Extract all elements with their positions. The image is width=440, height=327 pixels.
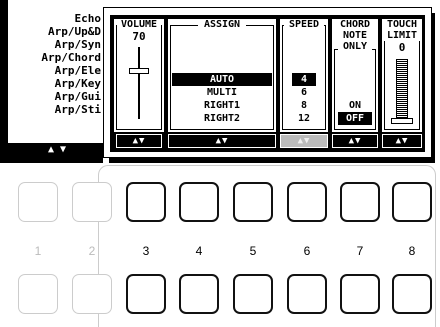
touch-limit-value: 0 [398,41,406,54]
popup-content: VOLUME 70 ASSIGN AUTO MULTI RIGHT1 RIGHT… [110,15,425,152]
list-scroll-button[interactable]: ▲ ▼ [11,144,103,156]
button-number-6: 6 [303,244,311,258]
panel-button-5-upper[interactable] [233,182,273,222]
speed-option-6[interactable]: 6 [292,86,316,99]
chord-note-only-label-line2: NOTE [332,30,378,41]
volume-updown-button[interactable]: ▲▼ [116,134,162,148]
list-item[interactable]: Arp/Ele [55,64,101,77]
assign-option-multi[interactable]: MULTI [172,86,272,99]
speed-option-4[interactable]: 4 [292,73,316,86]
button-number-8: 8 [408,244,416,258]
panel-button-4-upper[interactable] [179,182,219,222]
assign-label: ASSIGN [198,19,246,30]
volume-group: VOLUME 70 [114,19,164,132]
speed-group: SPEED 4 6 8 12 [280,19,328,132]
speed-updown-button[interactable]: ▲▼ [280,134,328,148]
panel-button-5-lower[interactable] [233,274,273,314]
panel-button-3-upper[interactable] [126,182,166,222]
panel-button-2-upper[interactable] [72,182,112,222]
panel-button-7-upper[interactable] [340,182,380,222]
list-item[interactable]: Arp/Sti [55,103,101,116]
panel-button-2-lower[interactable] [72,274,112,314]
assign-option-auto[interactable]: AUTO [172,73,272,86]
list-item[interactable]: Arp/Up&D [48,25,101,38]
touch-limit-label-line2: LIMIT [382,30,422,41]
assign-group: ASSIGN AUTO MULTI RIGHT1 RIGHT2 [168,19,276,132]
touch-limit-group: TOUCH LIMIT 0 [382,19,422,132]
chord-note-only-group: CHORD NOTE ONLY ON OFF [332,19,378,132]
touch-limit-updown-button[interactable]: ▲▼ [382,134,422,148]
chord-note-only-option-off[interactable]: OFF [338,112,372,125]
volume-slider-handle[interactable] [129,68,149,74]
speed-option-12[interactable]: 12 [290,112,318,125]
list-item[interactable]: Arp/Key [55,77,101,90]
list-item[interactable]: Arp/Chord [41,51,101,64]
list-item[interactable]: Arp/Syn [55,38,101,51]
panel-button-1-lower[interactable] [18,274,58,314]
chord-note-only-label-line3: ONLY [338,41,372,52]
button-number-2: 2 [88,244,96,258]
touch-limit-slider-handle[interactable] [391,118,413,124]
panel-button-4-lower[interactable] [179,274,219,314]
panel-button-3-lower[interactable] [126,274,166,314]
list-item[interactable]: Arp/Gui [55,90,101,103]
assign-option-right2[interactable]: RIGHT2 [172,112,272,125]
button-number-7: 7 [356,244,364,258]
panel-button-6-upper[interactable] [287,182,327,222]
panel-button-6-lower[interactable] [287,274,327,314]
touch-limit-label-line1: TOUCH [382,19,422,30]
volume-value: 70 [132,30,146,43]
assign-option-right1[interactable]: RIGHT1 [172,99,272,112]
button-number-4: 4 [195,244,203,258]
speed-option-8[interactable]: 8 [292,99,316,112]
button-number-1: 1 [34,244,42,258]
voice-list: Echo Arp/Up&D Arp/Syn Arp/Chord Arp/Ele … [8,0,103,143]
touch-limit-meter [396,59,408,119]
volume-slider-track [138,47,140,119]
panel-button-7-lower[interactable] [340,274,380,314]
volume-label: VOLUME [117,19,161,30]
list-item[interactable]: Echo [75,12,102,25]
panel-button-8-upper[interactable] [392,182,432,222]
chord-note-only-updown-button[interactable]: ▲▼ [332,134,378,148]
chord-note-only-label-line1: CHORD [332,19,378,30]
panel-button-1-upper[interactable] [18,182,58,222]
assign-updown-button[interactable]: ▲▼ [168,134,276,148]
chord-note-only-option-on[interactable]: ON [340,99,370,112]
speed-label: SPEED [284,19,324,30]
panel-button-8-lower[interactable] [392,274,432,314]
button-number-5: 5 [249,244,257,258]
button-number-3: 3 [142,244,150,258]
